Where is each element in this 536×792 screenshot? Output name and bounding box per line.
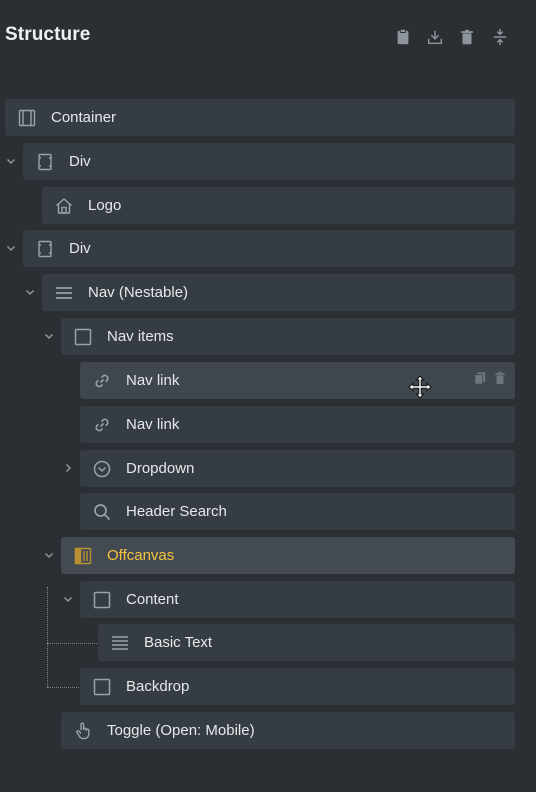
collapse-expand-icon[interactable] — [489, 26, 511, 48]
clipboard-icon[interactable] — [392, 26, 414, 48]
download-icon[interactable] — [424, 26, 446, 48]
tree-node-content[interactable]: Content — [80, 581, 515, 618]
tree-guide-vertical — [47, 587, 48, 687]
tree-node-nav-link[interactable]: Nav link — [80, 406, 515, 443]
chevron-down-icon[interactable] — [4, 241, 18, 255]
tree-node-label: Nav (Nestable) — [88, 284, 189, 301]
tree-node-label: Header Search — [126, 503, 227, 520]
search-icon — [92, 502, 112, 522]
trash-icon[interactable] — [493, 371, 507, 390]
tree-node-label: Offcanvas — [107, 547, 175, 564]
menu-icon — [54, 283, 74, 303]
chevron-down-icon[interactable] — [23, 285, 37, 299]
chevron-down-icon[interactable] — [61, 592, 75, 606]
tree-node-nav-nestable[interactable]: Nav (Nestable) — [42, 274, 515, 311]
hand-pointer-icon — [73, 721, 93, 741]
link-icon — [92, 415, 112, 435]
tree-node-label: Nav items — [107, 328, 174, 345]
tree-node-logo[interactable]: Logo — [42, 187, 515, 224]
tree-node-toggle-open-mobile[interactable]: Toggle (Open: Mobile) — [61, 712, 515, 749]
tree-node-label: Nav link — [126, 372, 180, 389]
chevron-down-icon[interactable] — [42, 329, 56, 343]
tree-node-container[interactable]: Container — [5, 99, 515, 136]
tree-node-label: Dropdown — [126, 460, 195, 477]
tree-guide-branch — [47, 687, 79, 688]
offcanvas-icon — [73, 546, 93, 566]
tree-guide-branch — [47, 643, 97, 644]
tree-node-basic-text[interactable]: Basic Text — [98, 624, 515, 661]
tree-node-nav-items[interactable]: Nav items — [61, 318, 515, 355]
dropdown-icon — [92, 459, 112, 479]
tree-node-dropdown[interactable]: Dropdown — [80, 450, 515, 487]
div-icon — [35, 152, 55, 172]
block-icon — [92, 590, 112, 610]
tree-node-offcanvas[interactable]: Offcanvas — [61, 537, 515, 574]
chevron-down-icon[interactable] — [42, 548, 56, 562]
tree-node-div[interactable]: Div — [23, 143, 515, 180]
trash-icon[interactable] — [456, 26, 478, 48]
container-icon — [17, 108, 37, 128]
tree-node-label: Toggle (Open: Mobile) — [107, 722, 255, 739]
tree-node-label: Logo — [88, 197, 122, 214]
block-icon — [92, 677, 112, 697]
tree-node-label: Backdrop — [126, 678, 190, 695]
tree-node-label: Container — [51, 109, 117, 126]
tree-node-nav-link[interactable]: Nav link — [80, 362, 515, 399]
panel-title: Structure — [5, 24, 91, 45]
chevron-right-icon[interactable] — [61, 461, 75, 475]
link-icon — [92, 371, 112, 391]
row-actions — [473, 362, 507, 399]
tree-node-label: Basic Text — [144, 634, 213, 651]
move-cursor-icon — [408, 375, 432, 399]
div-icon — [35, 239, 55, 259]
tree-node-label: Div — [69, 240, 91, 257]
tree-node-label: Content — [126, 591, 179, 608]
text-icon — [110, 633, 130, 653]
tree-node-label: Nav link — [126, 416, 180, 433]
chevron-down-icon[interactable] — [4, 154, 18, 168]
copy-icon[interactable] — [473, 371, 487, 390]
tree-node-header-search[interactable]: Header Search — [80, 493, 515, 530]
tree-node-label: Div — [69, 153, 91, 170]
block-icon — [73, 327, 93, 347]
tree-node-div[interactable]: Div — [23, 230, 515, 267]
tree-node-backdrop[interactable]: Backdrop — [80, 668, 515, 705]
home-icon — [54, 196, 74, 216]
